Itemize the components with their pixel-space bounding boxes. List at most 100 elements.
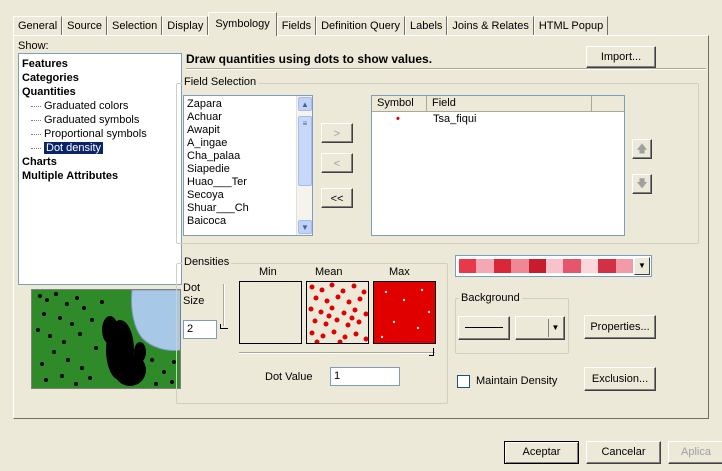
min-label: Min: [259, 266, 277, 278]
tree-item-dot-density[interactable]: Dot density: [22, 141, 178, 155]
map-preview: [31, 289, 181, 389]
tab-html-popup[interactable]: HTML Popup: [533, 16, 609, 36]
show-label: Show:: [18, 40, 49, 52]
field-item[interactable]: Secoya: [187, 189, 309, 202]
header-field[interactable]: Field: [427, 96, 592, 111]
table-header: Symbol Field: [372, 96, 624, 112]
maintain-density-label: Maintain Density: [476, 375, 558, 387]
background-title: Background: [459, 292, 522, 304]
field-item[interactable]: Baicoca: [187, 215, 309, 228]
tab-general[interactable]: General: [13, 16, 63, 36]
tree-item-quantities[interactable]: Quantities: [22, 85, 178, 99]
field-item[interactable]: Shuar___Ch: [187, 202, 309, 215]
field-selection-title: Field Selection: [182, 76, 259, 88]
max-density-preview: [373, 281, 436, 344]
maintain-density-checkbox[interactable]: [457, 375, 470, 388]
remove-all-fields-button[interactable]: <<: [321, 188, 353, 208]
properties-button[interactable]: Properties...: [584, 315, 656, 339]
description-text: Draw quantities using dots to show value…: [186, 52, 433, 66]
color-swatch: [511, 259, 529, 273]
chevron-down-icon[interactable]: ▼: [634, 257, 650, 275]
show-tree[interactable]: Features Categories Quantities Graduated…: [18, 53, 182, 285]
field-item[interactable]: Achuar: [187, 111, 309, 124]
cancel-button[interactable]: Cancelar: [586, 441, 661, 464]
density-slider-thumb[interactable]: [429, 348, 434, 356]
symbol-field-table[interactable]: Symbol Field • Tsa_fiqui: [371, 95, 625, 236]
scroll-down-icon[interactable]: ▼: [298, 220, 312, 234]
line-symbol-icon: [465, 327, 503, 328]
field-item[interactable]: A_ingae: [187, 137, 309, 150]
color-swatch: [459, 259, 477, 273]
tree-item-graduated-symbols[interactable]: Graduated symbols: [22, 113, 178, 127]
ok-button[interactable]: Aceptar: [504, 441, 579, 464]
density-slider-track[interactable]: [239, 352, 435, 354]
tree-item-proportional-symbols[interactable]: Proportional symbols: [22, 127, 178, 141]
background-line-button[interactable]: [458, 316, 510, 340]
add-field-button[interactable]: >: [321, 123, 353, 143]
tree-item-categories[interactable]: Categories: [22, 71, 178, 85]
tab-symbology[interactable]: Symbology: [208, 12, 277, 36]
separator: [186, 68, 706, 70]
header-symbol[interactable]: Symbol: [372, 96, 427, 111]
max-dots-image: [380, 288, 431, 339]
exclusion-button[interactable]: Exclusion...: [584, 367, 656, 391]
dot-density-map-image: [32, 290, 180, 388]
mean-density-preview: [306, 281, 369, 344]
tab-definition-query[interactable]: Definition Query: [316, 16, 405, 36]
table-cell-field: Tsa_fiqui: [433, 113, 477, 125]
color-swatch: [598, 259, 616, 273]
dot-size-slider-track[interactable]: [223, 284, 225, 326]
table-row[interactable]: • Tsa_fiqui: [372, 112, 624, 128]
color-swatch: [476, 259, 494, 273]
mean-dots-image: [308, 282, 368, 343]
tree-item-charts[interactable]: Charts: [22, 155, 178, 169]
tab-fields[interactable]: Fields: [276, 16, 317, 36]
tab-joins-relates[interactable]: Joins & Relates: [447, 16, 534, 36]
tab-selection[interactable]: Selection: [107, 16, 163, 36]
color-ramp-swatches: [459, 259, 634, 273]
tab-strip: General Source Selection Display Symbolo…: [13, 12, 609, 36]
tab-display[interactable]: Display: [162, 16, 209, 36]
import-button[interactable]: Import...: [586, 46, 656, 68]
dot-value-label: Dot Value: [265, 371, 313, 383]
color-swatch: [493, 259, 512, 273]
dot-value-input[interactable]: 1: [330, 367, 400, 386]
move-down-icon[interactable]: 🡇: [632, 174, 652, 194]
tree-item-label: Proportional symbols: [44, 128, 147, 140]
move-up-icon[interactable]: 🡅: [632, 139, 652, 159]
field-item[interactable]: Huao___Ter: [187, 176, 309, 189]
symbology-page: Show: Features Categories Quantities Gra…: [13, 35, 709, 419]
chevron-down-icon[interactable]: ▼: [548, 319, 562, 337]
background-fill-dropdown[interactable]: ▼: [515, 316, 565, 340]
densities-title: Densities: [182, 256, 232, 268]
tree-item-label: Graduated symbols: [44, 114, 140, 126]
color-swatch: [563, 259, 581, 273]
scroll-thumb[interactable]: ≡: [298, 116, 312, 186]
color-swatch: [528, 259, 547, 273]
tab-source[interactable]: Source: [62, 16, 107, 36]
apply-button[interactable]: Aplica: [668, 441, 722, 464]
scroll-up-icon[interactable]: ▲: [298, 97, 312, 111]
mean-label: Mean: [315, 266, 343, 278]
field-item[interactable]: Cha_palaa: [187, 150, 309, 163]
remove-field-button[interactable]: <: [321, 153, 353, 173]
field-item[interactable]: Zapara: [187, 98, 309, 111]
field-list-scrollbar[interactable]: ▲ ≡ ▼: [296, 96, 312, 235]
color-swatch: [580, 259, 599, 273]
tree-item-features[interactable]: Features: [22, 57, 178, 71]
color-swatch: [615, 259, 634, 273]
field-list[interactable]: Zapara Achuar Awapit A_ingae Cha_palaa S…: [183, 95, 313, 236]
tree-item-graduated-colors[interactable]: Graduated colors: [22, 99, 178, 113]
color-ramp-dropdown[interactable]: ▼: [455, 255, 652, 277]
dot-size-input[interactable]: 2: [183, 320, 217, 339]
min-density-preview: [239, 281, 302, 344]
field-item[interactable]: Siapedie: [187, 163, 309, 176]
symbol-dot-icon[interactable]: •: [372, 112, 427, 128]
color-swatch: [546, 259, 564, 273]
tree-item-multiple-attributes[interactable]: Multiple Attributes: [22, 169, 178, 183]
field-item[interactable]: Awapit: [187, 124, 309, 137]
dot-size-slider-thumb[interactable]: [220, 324, 228, 329]
tab-labels[interactable]: Labels: [404, 16, 448, 36]
layer-properties-dialog: General Source Selection Display Symbolo…: [0, 0, 722, 471]
dot-size-label: Dot Size: [183, 282, 205, 307]
